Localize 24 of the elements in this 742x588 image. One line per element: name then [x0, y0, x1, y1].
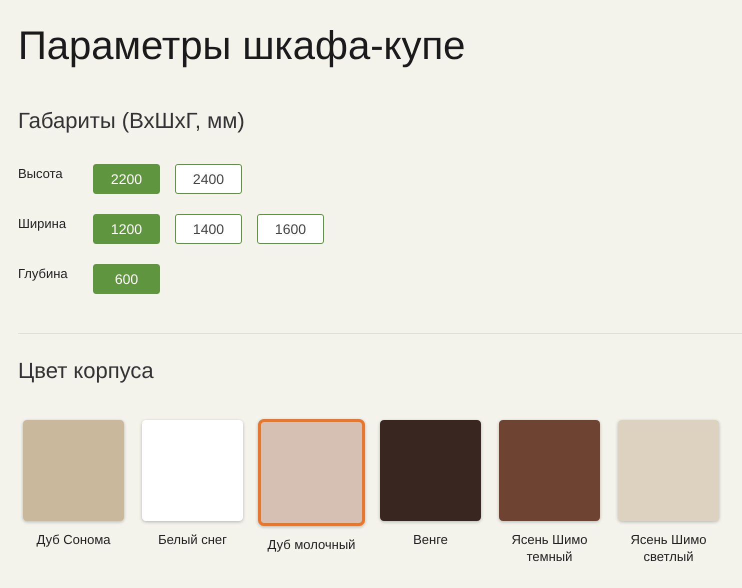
size-option[interactable]: 2400 [175, 164, 242, 194]
swatch-label: Белый снег [158, 531, 227, 548]
option-label: Глубина [18, 265, 69, 281]
color-swatch[interactable] [258, 419, 365, 526]
page-title: Параметры шкафа-купе [18, 23, 466, 70]
size-option[interactable]: 1600 [257, 214, 324, 244]
swatch-label: Дуб молочный [268, 536, 356, 553]
color-swatch[interactable] [23, 420, 124, 521]
size-option[interactable]: 1400 [175, 214, 242, 244]
color-swatch[interactable] [142, 420, 243, 521]
option-label: Ширина [18, 215, 68, 231]
swatch-label: Ясень Шимо темный [510, 531, 589, 565]
swatch-label: Дуб Сонома [36, 531, 110, 548]
color-swatch[interactable] [499, 420, 600, 521]
swatch-label: Ясень Шимо светлый [629, 531, 708, 565]
option-label: Высота [18, 165, 64, 181]
size-option[interactable]: 2200 [93, 164, 160, 194]
swatch-label: Венге [413, 531, 448, 548]
section-heading: Цвет корпуса [18, 357, 155, 385]
color-swatch[interactable] [380, 420, 481, 521]
color-swatch[interactable] [618, 420, 719, 521]
size-option[interactable]: 1200 [93, 214, 160, 244]
size-option[interactable]: 600 [93, 264, 160, 294]
section-heading: Габариты (ВхШхГ, мм) [18, 107, 246, 135]
